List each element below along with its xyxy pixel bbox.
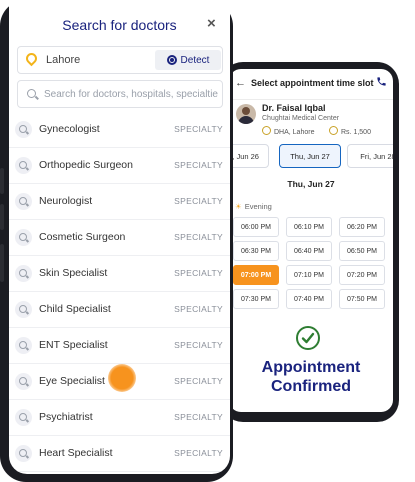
time-slot[interactable]: 06:50 PM [339,241,385,261]
back-arrow-icon[interactable]: ← [235,77,246,89]
list-item-tag: SPECIALTY [174,448,223,458]
search-screen: Search for doctors × Lahore Detect Gynec… [9,0,230,474]
list-item-name: Child Specialist [39,303,111,315]
search-icon [15,157,32,174]
list-item[interactable]: ENT Specialist SPECIALTY [9,328,230,364]
list-item[interactable]: Neurologist SPECIALTY [9,184,230,220]
search-input[interactable] [44,82,218,106]
search-icon [15,229,32,246]
time-slot[interactable]: 07:40 PM [286,289,332,309]
phone-icon[interactable] [376,76,387,90]
time-slot[interactable]: 07:10 PM [286,265,332,285]
time-slot[interactable]: 07:50 PM [339,289,385,309]
time-slot[interactable]: 07:30 PM [233,289,279,309]
list-item-name: Psychiatrist [39,411,93,423]
list-item[interactable]: Skin Specialist SPECIALTY [9,256,230,292]
list-item-tag: SPECIALTY [174,340,223,350]
date-chip[interactable]: Wed, Jun 26 [229,144,269,168]
search-icon [15,265,32,282]
search-icon [27,89,36,98]
list-item-name: ENT Specialist [39,339,108,351]
location-value: Lahore [46,54,81,66]
location-pin-icon [262,126,271,135]
list-item-name: Eye Specialist [39,375,105,387]
date-chip-selected[interactable]: Thu, Jun 27 [279,144,341,168]
power-button [0,244,4,282]
list-item-name: Cosmetic Surgeon [39,231,126,243]
list-item[interactable]: Gynecologist SPECIALTY [9,112,230,148]
list-item-tag: SPECIALTY [174,412,223,422]
volume-down-button [0,204,4,230]
time-slot[interactable]: 06:30 PM [233,241,279,261]
doctor-fee-text: Rs. 1,500 [341,129,371,136]
fee-icon [329,126,338,135]
list-item[interactable]: Orthopedic Surgeon SPECIALTY [9,148,230,184]
search-field[interactable] [17,80,223,108]
appointment-screen: ← Select appointment time slot Dr. Faisa… [229,69,393,412]
list-item-name: Neurologist [39,195,93,207]
date-chip[interactable]: Fri, Jun 28 [347,144,393,168]
list-item-tag: SPECIALTY [174,268,223,278]
confirmation-text: Appointment Confirmed [261,359,361,395]
list-item-tag: SPECIALTY [174,232,223,242]
list-item[interactable]: Psychiatrist SPECIALTY [9,400,230,436]
time-slot[interactable]: 06:40 PM [286,241,332,261]
time-slot[interactable]: 06:20 PM [339,217,385,237]
period-text: Evening [244,202,272,211]
list-item-tag: SPECIALTY [174,304,223,314]
doctor-name: Dr. Faisal Iqbal [262,103,326,113]
time-slot[interactable]: 07:20 PM [339,265,385,285]
appointment-title: Select appointment time slot [251,78,374,88]
list-item[interactable]: Heart Specialist SPECIALTY [9,436,230,472]
detect-button[interactable]: Detect [155,50,221,70]
appointment-header: ← Select appointment time slot [229,69,393,100]
list-item-tag: SPECIALTY [174,376,223,386]
time-slot[interactable]: 06:10 PM [286,217,332,237]
detect-label: Detect [180,54,210,66]
page-title: Search for doctors [62,17,177,33]
location-field[interactable]: Lahore Detect [17,46,223,74]
list-item-tag: SPECIALTY [174,196,223,206]
doctor-location-text: DHA, Lahore [274,129,315,136]
list-item-name: Heart Specialist [39,447,113,459]
list-item-name: Gynecologist [39,123,100,135]
search-icon [15,193,32,210]
sun-icon: ☀ [235,202,242,211]
location-pin-icon [23,50,40,67]
detect-location-icon [166,55,177,65]
time-slot-selected[interactable]: 07:00 PM [233,265,279,285]
doctor-center: Chughtai Medical Center [262,115,340,122]
period-label: ☀ Evening [235,202,272,211]
close-icon[interactable]: × [207,15,216,32]
doctor-fee: Rs. 1,500 [329,126,371,136]
day-heading: Thu, Jun 27 [287,179,335,189]
list-item-tag: SPECIALTY [174,124,223,134]
search-icon [15,301,32,318]
doctor-location: DHA, Lahore [262,126,314,136]
volume-up-button [0,168,4,194]
list-item[interactable]: Cosmetic Surgeon SPECIALTY [9,220,230,256]
doctor-avatar [236,104,256,124]
search-icon [15,121,32,138]
check-circle-icon [296,326,320,350]
search-icon [15,337,32,354]
list-item-tag: SPECIALTY [174,160,223,170]
touch-indicator [108,364,136,392]
list-item-name: Orthopedic Surgeon [39,159,133,171]
search-icon [15,373,32,390]
list-item-name: Skin Specialist [39,267,108,279]
list-item[interactable]: Child Specialist SPECIALTY [9,292,230,328]
time-slot[interactable]: 06:00 PM [233,217,279,237]
search-icon [15,409,32,426]
search-icon [15,445,32,462]
